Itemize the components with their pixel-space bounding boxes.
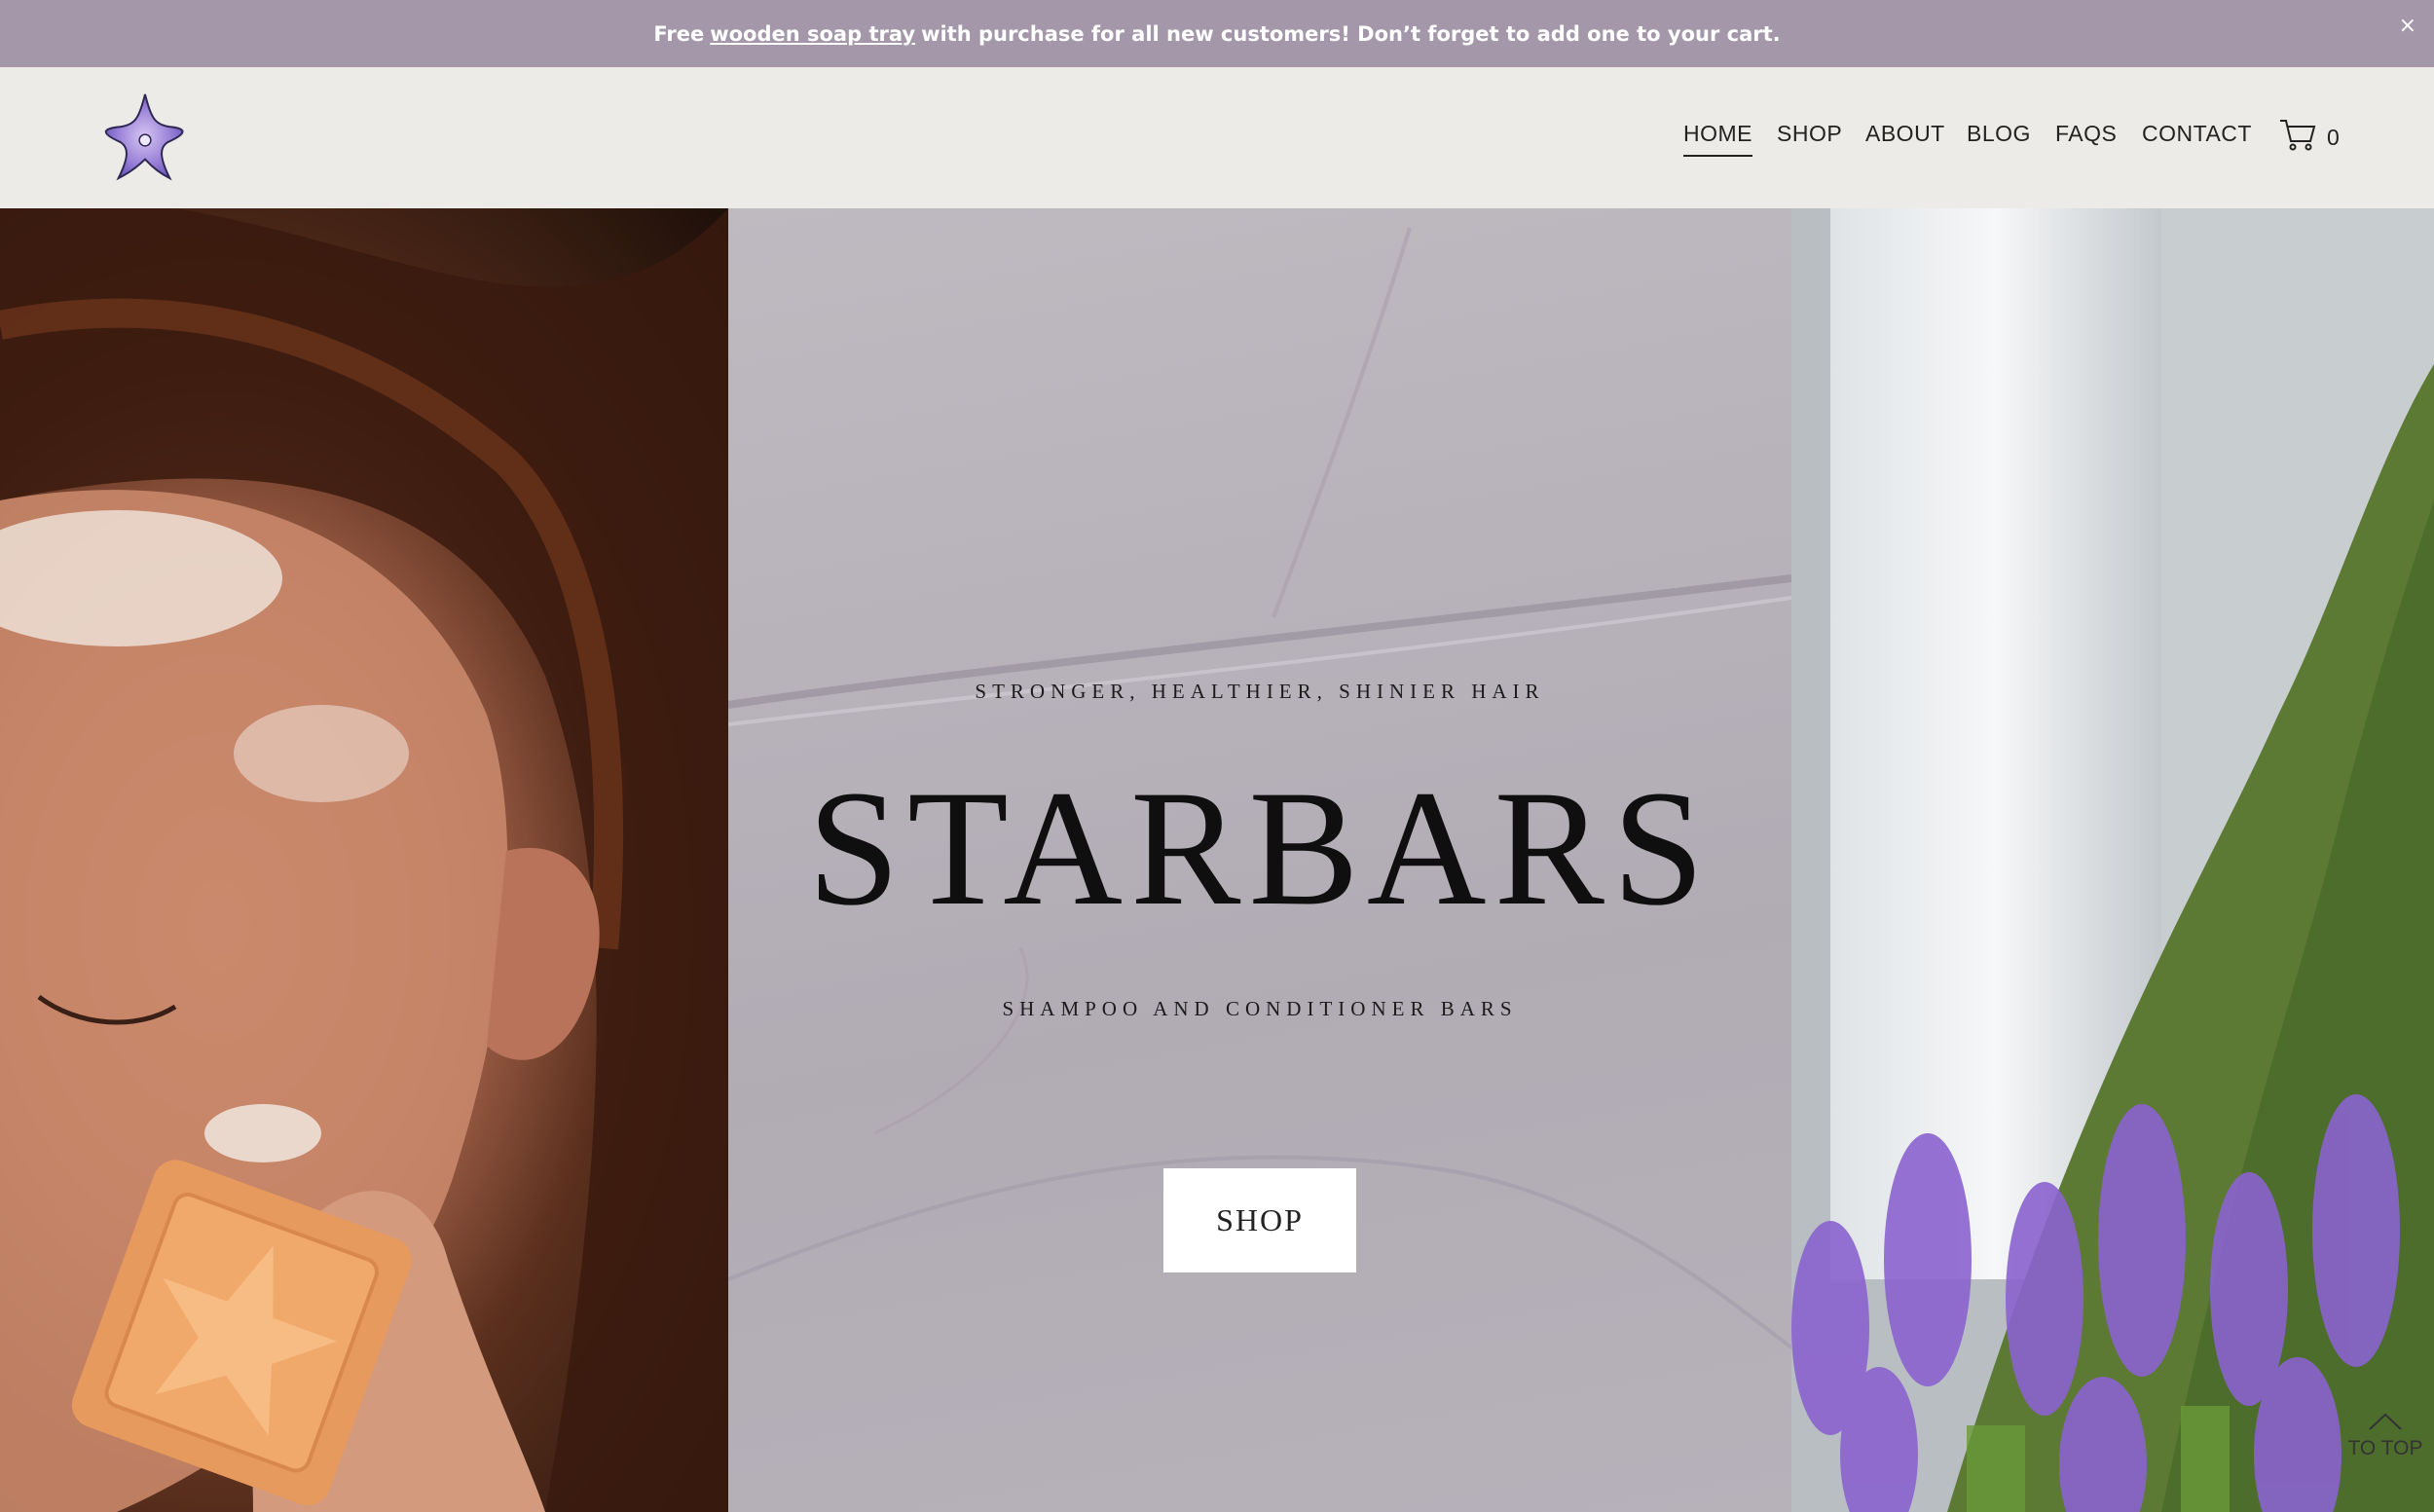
hero-brand-title: STARBARS	[807, 756, 1713, 940]
site-header: HOME SHOP ABOUT BLOG FAQS CONTACT 0	[0, 67, 2434, 208]
shop-button[interactable]: SHOP	[1163, 1168, 1356, 1272]
cart-icon	[2280, 120, 2316, 151]
hero-center-panel: STRONGER, HEALTHIER, SHINIER HAIR STARBA…	[728, 208, 1791, 1512]
flower-star-icon	[104, 93, 184, 181]
nav-contact[interactable]: CONTACT	[2142, 121, 2252, 155]
wooden-soap-tray-link[interactable]: wooden soap tray	[710, 22, 915, 46]
logo[interactable]	[97, 91, 193, 186]
hero-tagline-bottom: SHAMPOO AND CONDITIONER BARS	[1002, 997, 1518, 1020]
announcement-suffix: with purchase for all new customers! Don…	[921, 21, 1781, 46]
nav-shop[interactable]: SHOP	[1777, 121, 1842, 155]
announcement-prefix: Free	[653, 21, 705, 46]
close-announcement-button[interactable]: ×	[2399, 14, 2416, 38]
nav-faqs[interactable]: FAQS	[2055, 121, 2117, 155]
hero-section: STRONGER, HEALTHIER, SHINIER HAIR STARBA…	[0, 208, 2434, 1512]
hero-tagline-top: STRONGER, HEALTHIER, SHINIER HAIR	[975, 680, 1545, 703]
to-top-button[interactable]: TO TOP	[2337, 1412, 2434, 1460]
chevron-up-icon	[2369, 1413, 2402, 1430]
woman-with-soap-bar-photo	[0, 208, 728, 1512]
announcement-bar: Free wooden soap tray with purchase for …	[0, 0, 2434, 67]
nav-home[interactable]: HOME	[1683, 121, 1752, 157]
nav-about[interactable]: ABOUT	[1865, 121, 1945, 155]
waterfall-lupine-photo	[1791, 208, 2434, 1512]
cart-button[interactable]: 0	[2278, 118, 2340, 151]
nav-blog[interactable]: BLOG	[1967, 121, 2031, 155]
cart-count: 0	[2327, 124, 2340, 150]
to-top-label: TO TOP	[2347, 1437, 2423, 1459]
